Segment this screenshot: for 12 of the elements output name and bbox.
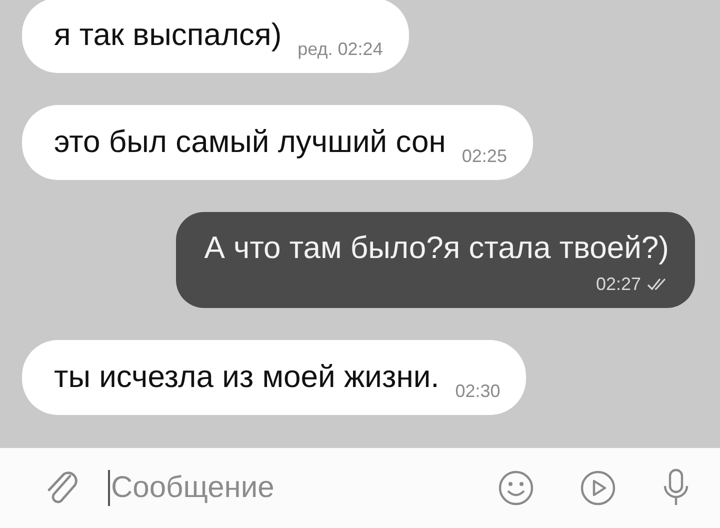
message-text: я так выспался) bbox=[54, 16, 282, 54]
play-circle-icon[interactable] bbox=[580, 470, 616, 506]
smiley-icon[interactable] bbox=[498, 470, 534, 506]
message-text: ты исчезла из моей жизни. bbox=[54, 358, 440, 396]
microphone-icon[interactable] bbox=[662, 468, 690, 508]
message-text: это был самый лучший сон bbox=[54, 123, 446, 161]
message-time: 02:27 bbox=[596, 274, 641, 294]
message-time: 02:30 bbox=[455, 381, 500, 401]
message-time: ред. 02:24 bbox=[298, 39, 383, 59]
message-text: А что там было?я стала твоей?) bbox=[204, 229, 669, 267]
message-input-field[interactable]: Сообщение bbox=[110, 471, 371, 505]
message-time: 02:25 bbox=[462, 146, 507, 166]
